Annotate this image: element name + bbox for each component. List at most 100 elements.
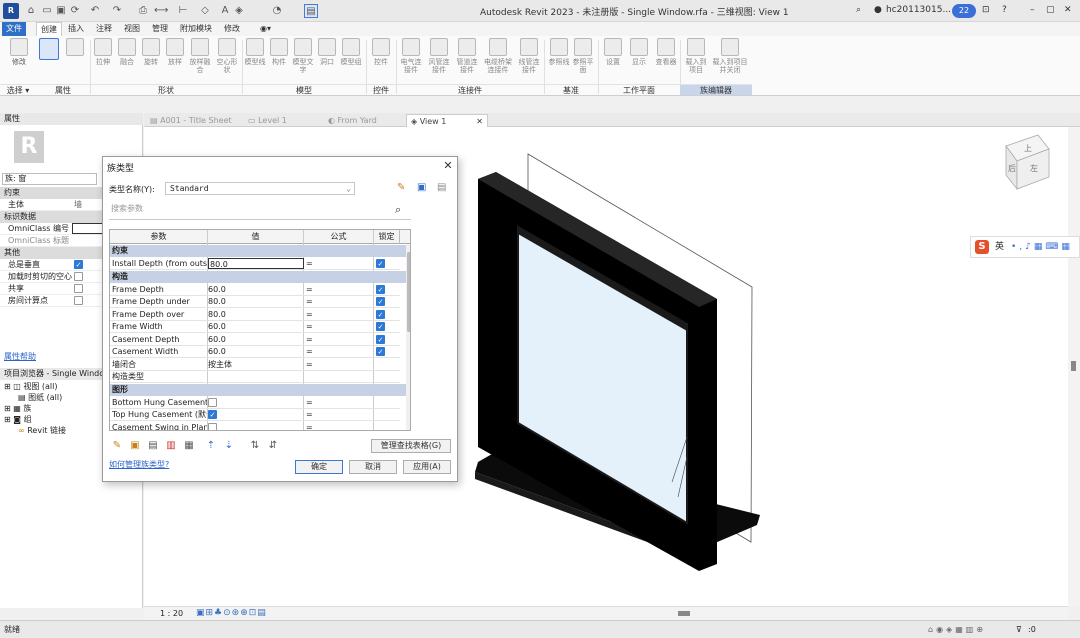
lock-checkbox[interactable] [376, 259, 385, 268]
tree-item-groups[interactable]: ⊞ ◙ 组 [4, 414, 32, 425]
param-formula[interactable]: = [306, 346, 313, 358]
control-button[interactable]: 控件 [370, 38, 392, 66]
tab-view[interactable]: 视图 [120, 22, 144, 36]
table-row[interactable]: 构造类型 [110, 371, 400, 383]
search-icon[interactable]: ⌕ [395, 203, 401, 217]
pipe-connector-button[interactable]: 管道连接件 [454, 38, 480, 74]
param-formula[interactable]: = [306, 284, 313, 296]
param-formula[interactable]: = [306, 422, 313, 431]
param-value[interactable]: 60.0 [208, 334, 304, 346]
new-param-icon[interactable]: ▣ [129, 440, 141, 452]
cart-icon[interactable]: ⊡ [982, 5, 990, 15]
redo-icon[interactable]: ↷ [110, 4, 124, 18]
help-icon[interactable]: ? [1002, 5, 1007, 15]
table-row[interactable]: Top Hung Casement (默认 = [110, 409, 400, 421]
workplane-set-button[interactable]: 设置 [602, 38, 624, 66]
param-formula[interactable]: = [306, 296, 313, 308]
extrusion-button[interactable]: 拉伸 [92, 38, 114, 66]
param-formula[interactable]: = [306, 309, 313, 321]
sweep-button[interactable]: 放样 [164, 38, 186, 66]
lock-checkbox[interactable] [376, 322, 385, 331]
table-row[interactable]: Frame Width 60.0 = [110, 321, 400, 333]
lock-checkbox[interactable] [376, 284, 385, 294]
type-name-select[interactable]: Standard ⌄ [165, 182, 355, 195]
workplane-show-button[interactable]: 显示 [628, 38, 650, 66]
switch-windows-icon[interactable]: ▤ [304, 4, 318, 18]
param-value[interactable]: 80.0 [208, 296, 304, 308]
view-tab-level-1[interactable]: ▭ Level 1 [248, 114, 287, 127]
param-value[interactable]: 60.0 [208, 346, 304, 358]
cut-with-voids-checkbox[interactable] [74, 272, 83, 281]
edit-param-icon[interactable]: ✎ [111, 440, 123, 452]
3d-view-icon[interactable]: ◈ [232, 4, 246, 18]
table-row[interactable]: Install Depth (from outsid 80.0 = [110, 258, 400, 270]
electrical-connector-button[interactable]: 电气连接件 [398, 38, 424, 74]
viewer-button[interactable]: 查看器 [654, 38, 678, 66]
conduit-connector-button[interactable]: 线管连接件 [516, 38, 542, 74]
cancel-button[interactable]: 取消 [349, 460, 397, 474]
tab-manage[interactable]: 管理 [148, 22, 172, 36]
dialog-close-icon[interactable]: ✕ [441, 159, 455, 173]
table-row[interactable]: Frame Depth under 80.0 = [110, 296, 400, 308]
tree-item-views[interactable]: ⊞ ◫ 视图 (all) [4, 381, 58, 392]
model-group-button[interactable]: 模型组 [340, 38, 362, 66]
view-tab-view-1[interactable]: ◈ View 1 ✕ [406, 114, 488, 127]
param-value-checkbox[interactable] [208, 422, 217, 430]
load-into-project-button[interactable]: 载入到项目 [684, 38, 708, 74]
text-icon[interactable]: A [218, 4, 232, 18]
binoculars-icon[interactable]: ⌕ [856, 5, 861, 15]
blend-button[interactable]: 融合 [116, 38, 138, 66]
opening-button[interactable]: 洞口 [316, 38, 338, 66]
table-row[interactable]: 墙闭合 按主体 = [110, 359, 400, 371]
close-hidden-icon[interactable]: ◔ [270, 4, 284, 18]
family-types-button[interactable] [38, 38, 60, 62]
model-line-button[interactable]: 模型线 [244, 38, 266, 66]
reference-line-button[interactable]: 参照线 [548, 38, 570, 66]
expand-icon[interactable]: ⊞ [4, 382, 11, 391]
tab-modify[interactable]: 修改 [220, 22, 244, 36]
view-tab-title-sheet[interactable]: ▤ A001 - Title Sheet [150, 114, 232, 127]
open-icon[interactable]: ▭ [40, 4, 54, 18]
modify-button[interactable]: 修改 [6, 38, 32, 66]
param-group-header[interactable]: 约束 [110, 245, 410, 257]
view-control-icons[interactable]: ▣⊞♣⊙⊛⊕⊡▤ [196, 608, 267, 618]
load-and-close-button[interactable]: 载入到项目并关闭 [710, 38, 750, 74]
table-row[interactable]: Casement Width 60.0 = [110, 346, 400, 358]
param-group-header[interactable]: 图形 [110, 383, 410, 396]
param-formula[interactable]: = [306, 321, 313, 333]
cable-tray-connector-button[interactable]: 电缆桥架连接件 [482, 38, 514, 74]
swept-blend-button[interactable]: 放样融合 [188, 38, 212, 74]
param-value-checkbox[interactable] [208, 397, 217, 407]
sync-icon[interactable]: ⟳ [68, 4, 82, 18]
apply-button[interactable]: 应用(A) [403, 460, 451, 474]
table-row[interactable]: Casement Depth 60.0 = [110, 334, 400, 346]
undo-icon[interactable]: ↶ [88, 4, 102, 18]
family-category-button[interactable] [64, 38, 86, 58]
revit-logo-icon[interactable]: R [3, 3, 19, 19]
param-value[interactable]: 60.0 [208, 321, 304, 333]
vertical-scrollbar[interactable] [1068, 127, 1080, 606]
dimension-icon[interactable]: ⊢ [176, 4, 190, 18]
home-icon[interactable]: ⌂ [24, 4, 38, 18]
move-up-icon[interactable]: ⇡ [205, 440, 217, 452]
delete-param-icon[interactable]: ▥ [165, 440, 177, 452]
move-down-icon[interactable]: ⇣ [223, 440, 235, 452]
component-button[interactable]: 构件 [268, 38, 290, 66]
reference-plane-button[interactable]: 参照平面 [572, 38, 594, 74]
help-link[interactable]: 如何管理族类型? [109, 459, 169, 470]
param-formula[interactable]: = [306, 359, 313, 371]
ime-tool-icons[interactable]: •,♪▦⌨▦ [1011, 237, 1073, 257]
sort-desc-icon[interactable]: ⇵ [267, 440, 279, 452]
sort-asc-icon[interactable]: ⇅ [249, 440, 261, 452]
param-formula[interactable]: = [306, 409, 313, 421]
measure-icon[interactable]: ⟷ [154, 4, 168, 18]
view-scale[interactable]: 1 : 20 [160, 609, 183, 618]
maximize-icon[interactable]: ▢ [1046, 5, 1055, 15]
tree-item-links[interactable]: ∞ Revit 链接 [18, 425, 66, 436]
duct-connector-button[interactable]: 风管连接件 [426, 38, 452, 74]
tab-extra-icon[interactable]: ◉▾ [256, 22, 275, 36]
horizontal-scroll-thumb[interactable] [678, 611, 690, 616]
param-formula[interactable]: = [306, 397, 313, 409]
user-name[interactable]: hc20113015... [886, 5, 951, 15]
param-value[interactable]: 按主体 [208, 359, 304, 371]
